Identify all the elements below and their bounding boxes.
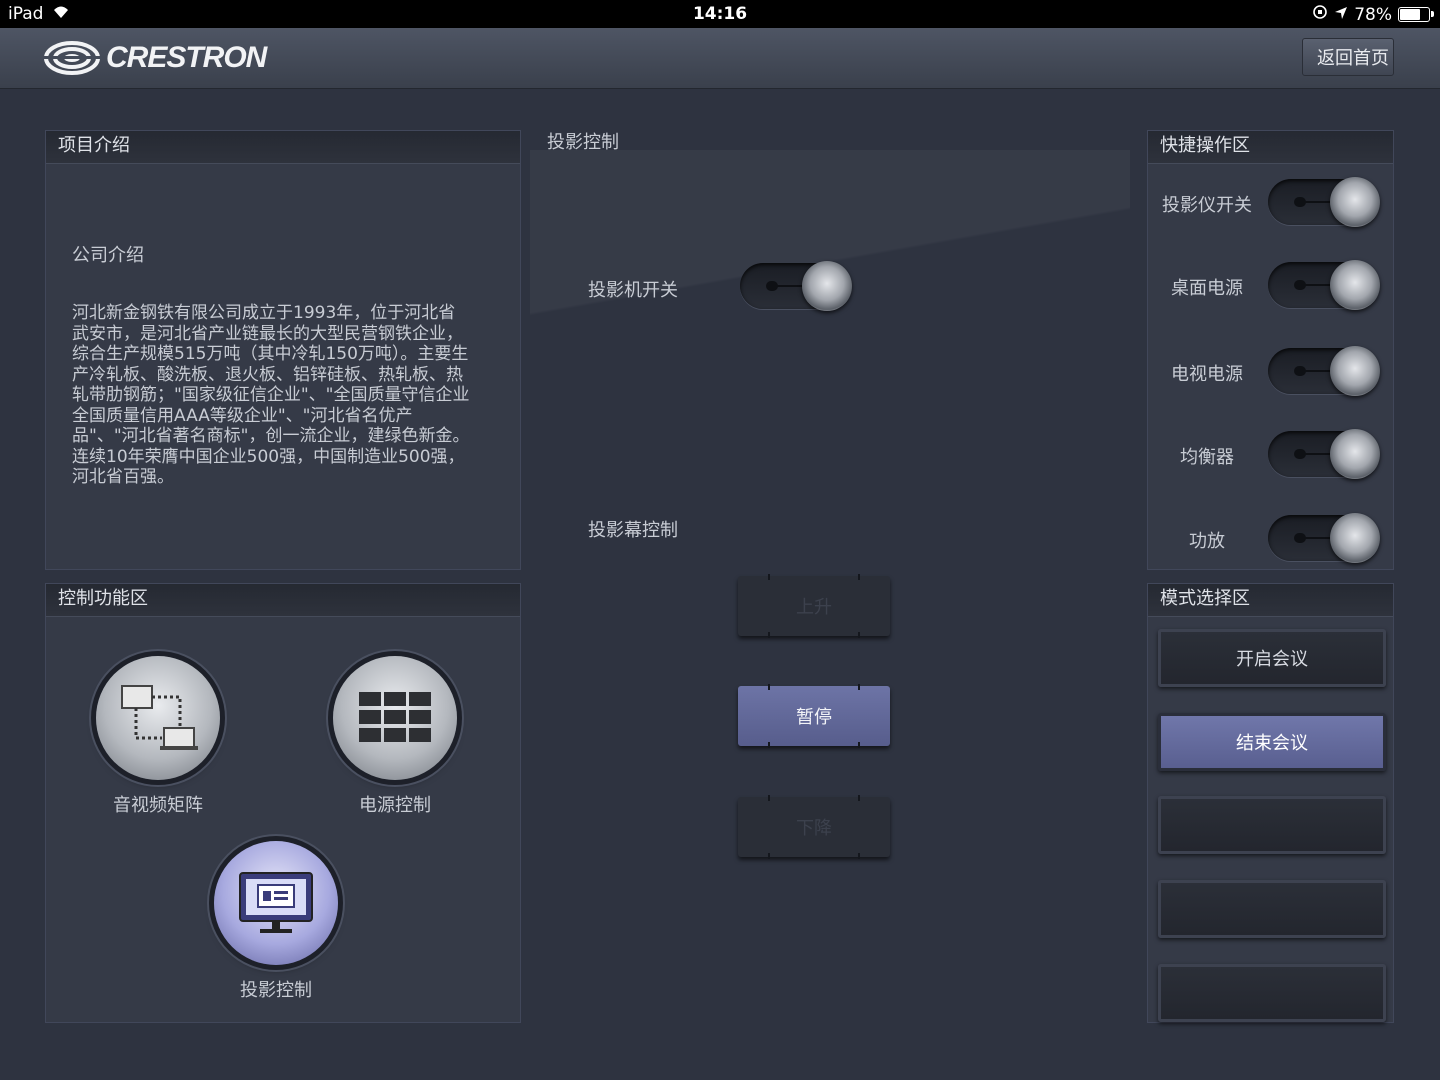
location-icon bbox=[1334, 5, 1348, 25]
av-matrix-icon bbox=[121, 685, 198, 750]
status-right: 78% bbox=[1312, 4, 1434, 25]
toggle-knob bbox=[1330, 513, 1380, 563]
back-home-button[interactable]: 返回首页 bbox=[1302, 38, 1394, 76]
projector-control-label: 投影控制 bbox=[240, 980, 312, 1001]
quick-toggle-tv-power[interactable] bbox=[1268, 346, 1380, 396]
intro-panel: 项目介绍 公司介绍 河北新金钢铁有限公司成立于1993年，位于河北省武安市，是河… bbox=[45, 130, 521, 570]
status-bar: iPad 14:16 78% bbox=[0, 0, 1440, 28]
screen-up-button[interactable]: 上升 bbox=[738, 574, 890, 638]
control-panel: 控制功能区 音视频矩阵 电源控制 投影控制 bbox=[45, 583, 521, 1023]
projector-power-toggle[interactable] bbox=[740, 261, 852, 311]
glare-overlay bbox=[530, 150, 1130, 340]
av-matrix-label: 音视频矩阵 bbox=[113, 795, 203, 816]
mode-button-4[interactable] bbox=[1158, 880, 1386, 938]
screen-control-label: 投影幕控制 bbox=[588, 520, 678, 541]
toggle-knob bbox=[1330, 429, 1380, 479]
mode-button-3[interactable] bbox=[1158, 796, 1386, 854]
toggle-knob bbox=[802, 261, 852, 311]
screen-down-button[interactable]: 下降 bbox=[738, 795, 890, 859]
intro-body: 河北新金钢铁有限公司成立于1993年，位于河北省武安市，是河北省产业链最长的大型… bbox=[72, 303, 470, 487]
mode-button-end-meeting[interactable]: 结束会议 bbox=[1158, 713, 1386, 771]
projector-power-label: 投影机开关 bbox=[588, 280, 678, 301]
quick-toggle-equalizer[interactable] bbox=[1268, 429, 1380, 479]
battery-icon bbox=[1398, 7, 1434, 22]
power-control-button[interactable] bbox=[333, 656, 457, 780]
projector-control-button[interactable] bbox=[214, 841, 338, 965]
intro-panel-title: 项目介绍 bbox=[46, 131, 520, 164]
screen-pause-button[interactable]: 暂停 bbox=[738, 684, 890, 748]
toggle-knob bbox=[1330, 260, 1380, 310]
crestron-swirl-icon bbox=[44, 41, 102, 75]
quick-toggle-desk-power[interactable] bbox=[1268, 260, 1380, 310]
screen-up-label: 上升 bbox=[796, 597, 832, 618]
screen-down-label: 下降 bbox=[796, 818, 832, 839]
brand-name: CRESTRON bbox=[106, 41, 267, 74]
power-control-label: 电源控制 bbox=[359, 795, 431, 816]
power-grid-icon bbox=[359, 692, 431, 742]
mode-panel-title: 模式选择区 bbox=[1148, 584, 1393, 617]
mode-button-label: 结束会议 bbox=[1236, 733, 1308, 754]
back-home-label: 返回首页 bbox=[1317, 48, 1389, 69]
orientation-lock-icon bbox=[1312, 4, 1328, 25]
projector-screen-icon bbox=[239, 872, 313, 933]
mode-button-start-meeting[interactable]: 开启会议 bbox=[1158, 629, 1386, 687]
status-time: 14:16 bbox=[692, 4, 748, 24]
mode-button-5[interactable] bbox=[1158, 964, 1386, 1022]
mode-panel: 模式选择区 开启会议 结束会议 bbox=[1147, 583, 1394, 1023]
toggle-knob bbox=[1330, 177, 1380, 227]
center-title: 投影控制 bbox=[547, 132, 619, 153]
battery-fill bbox=[1400, 9, 1421, 20]
quick-label-amplifier: 功放 bbox=[1189, 531, 1225, 552]
app-header: CRESTRON 返回首页 bbox=[0, 28, 1440, 89]
toggle-knob bbox=[1330, 346, 1380, 396]
quick-panel: 快捷操作区 投影仪开关 桌面电源 电视电源 均衡器 功放 bbox=[1147, 130, 1394, 570]
quick-label-tv-power: 电视电源 bbox=[1171, 364, 1243, 385]
quick-label-projector: 投影仪开关 bbox=[1162, 195, 1252, 216]
quick-label-equalizer: 均衡器 bbox=[1180, 447, 1234, 468]
quick-toggle-projector[interactable] bbox=[1268, 177, 1380, 227]
battery-percent: 78% bbox=[1354, 4, 1392, 25]
crestron-logo: CRESTRON bbox=[44, 38, 267, 78]
quick-toggle-amplifier[interactable] bbox=[1268, 513, 1380, 563]
intro-heading: 公司介绍 bbox=[72, 245, 144, 266]
screen-pause-label: 暂停 bbox=[796, 707, 832, 728]
quick-panel-title: 快捷操作区 bbox=[1148, 131, 1393, 164]
control-panel-title: 控制功能区 bbox=[46, 584, 520, 617]
mode-button-label: 开启会议 bbox=[1236, 649, 1308, 670]
quick-label-desk-power: 桌面电源 bbox=[1171, 278, 1243, 299]
av-matrix-button[interactable] bbox=[96, 656, 220, 780]
